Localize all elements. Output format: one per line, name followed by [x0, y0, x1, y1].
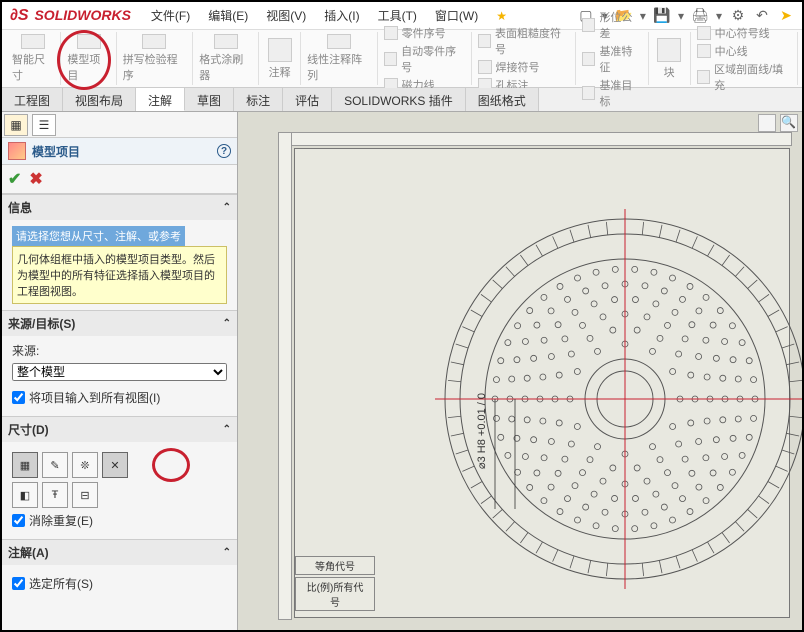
- canvas-tool-1[interactable]: [758, 114, 776, 132]
- ribbon-datum-group: 形位公差 基准特征 基准目标: [576, 32, 649, 85]
- tab-sw-addins[interactable]: SOLIDWORKS 插件: [332, 88, 466, 111]
- menu-insert[interactable]: 插入(I): [324, 7, 359, 24]
- ribbon-datum-target[interactable]: 基准目标: [582, 77, 642, 109]
- ribbon-balloon[interactable]: 零件序号: [384, 25, 465, 41]
- ribbon-symbol-group: 表面粗糙度符号 焊接符号 孔标注: [472, 32, 576, 85]
- menu-view[interactable]: 视图(V): [266, 7, 306, 24]
- print-icon[interactable]: 🖨: [692, 8, 708, 24]
- command-tabs: 工程图 视图布局 注解 草图 标注 评估 SOLIDWORKS 插件 图纸格式: [2, 88, 802, 112]
- section-anno-header[interactable]: 注解(A)⌃: [2, 540, 237, 565]
- import-all-checkbox[interactable]: 将项目输入到所有视图(I): [12, 389, 227, 406]
- canvas-tool-search[interactable]: 🔍: [780, 114, 798, 132]
- ruler-horizontal: [278, 132, 792, 146]
- dim-btn-hole-wizard[interactable]: ✕: [102, 452, 128, 478]
- section-source: 来源/目标(S)⌃ 来源: 整个模型 将项目输入到所有视图(I): [2, 310, 237, 416]
- section-info-header[interactable]: 信息⌃: [2, 195, 237, 220]
- ribbon-center-mark[interactable]: 中心符号线: [697, 25, 791, 41]
- select-all-checkbox[interactable]: 选定所有(S): [12, 575, 227, 592]
- ribbon-datum-feature[interactable]: 基准特征: [582, 43, 642, 75]
- main-area: ▦ ☰ 模型项目 ? ✔ ✖ 信息⌃ 请选择您想从尺寸、注解、或参考 几何体组框…: [2, 112, 802, 630]
- tab-sheet-format[interactable]: 图纸格式: [466, 88, 539, 111]
- source-label: 来源:: [12, 342, 227, 359]
- part-drawing: ⌀3 H8 +0.01 / 0: [435, 209, 802, 589]
- dim-btn-5[interactable]: ◧: [12, 482, 38, 508]
- tab-drawing[interactable]: 工程图: [2, 88, 63, 111]
- menu-window[interactable]: 窗口(W): [435, 7, 478, 24]
- menu-star-icon[interactable]: ★: [496, 9, 507, 23]
- source-select[interactable]: 整个模型: [12, 363, 227, 381]
- pm-confirm-row: ✔ ✖: [2, 165, 237, 194]
- pm-header: 模型项目 ?: [2, 138, 237, 165]
- ribbon-area-hatch[interactable]: 区域剖面线/填充: [697, 61, 791, 93]
- ribbon-model-items[interactable]: 模型项目: [61, 32, 116, 85]
- ok-button[interactable]: ✔: [8, 169, 21, 189]
- pm-title: 模型项目: [32, 143, 217, 160]
- section-source-header[interactable]: 来源/目标(S)⌃: [2, 311, 237, 336]
- panel-tab-strip: ▦ ☰: [2, 112, 237, 138]
- tab-sketch[interactable]: 草图: [185, 88, 234, 111]
- menu-tools[interactable]: 工具(T): [378, 7, 417, 24]
- ribbon-centerline[interactable]: 中心线: [697, 43, 791, 59]
- menu-bar: 文件(F) 编辑(E) 视图(V) 插入(I) 工具(T) 窗口(W) ★: [151, 7, 578, 24]
- ribbon-auto-balloon[interactable]: 自动零件序号: [384, 43, 465, 75]
- property-manager: ▦ ☰ 模型项目 ? ✔ ✖ 信息⌃ 请选择您想从尺寸、注解、或参考 几何体组框…: [2, 112, 238, 630]
- menu-edit[interactable]: 编辑(E): [208, 7, 248, 24]
- cancel-button[interactable]: ✖: [29, 169, 42, 189]
- dim-btn-not-marked[interactable]: ❊: [72, 452, 98, 478]
- label-2: 比(例)所有代号: [295, 577, 375, 611]
- section-dim-header[interactable]: 尺寸(D)⌃: [2, 417, 237, 442]
- ribbon-surface-finish[interactable]: 表面粗糙度符号: [478, 25, 569, 57]
- highlight-circle: [152, 448, 190, 482]
- cursor-icon[interactable]: ➤: [778, 8, 794, 24]
- ribbon-spell-check[interactable]: 拼写检验程序: [117, 32, 194, 85]
- canvas-toolbar: 🔍: [758, 114, 798, 132]
- tab-evaluate[interactable]: 评估: [283, 88, 332, 111]
- ribbon-format-painter[interactable]: 格式涂刷器: [193, 32, 259, 85]
- ribbon-geo-tol[interactable]: 形位公差: [582, 9, 642, 41]
- chevron-up-icon: ⌃: [223, 424, 231, 435]
- ribbon-weld-symbol[interactable]: 焊接符号: [478, 59, 569, 75]
- save-icon[interactable]: 💾: [654, 8, 670, 24]
- title-block-labels: 等角代号 比(例)所有代号: [295, 556, 375, 611]
- panel-tab-pm[interactable]: ▦: [4, 114, 28, 136]
- ribbon-linear-pattern[interactable]: 线性注释阵列: [301, 32, 378, 85]
- ribbon-balloon-group: 零件序号 自动零件序号 磁力线: [378, 32, 472, 85]
- ribbon-center-group: 中心符号线 中心线 区域剖面线/填充: [691, 32, 798, 85]
- eliminate-dup-checkbox[interactable]: 消除重复(E): [12, 512, 227, 529]
- pm-icon: [8, 142, 26, 160]
- info-warn: 请选择您想从尺寸、注解、或参考: [12, 226, 185, 246]
- drawing-canvas[interactable]: 🔍: [238, 112, 802, 630]
- chevron-up-icon: ⌃: [223, 547, 231, 558]
- panel-tab-tree[interactable]: ☰: [32, 114, 56, 136]
- ribbon-note[interactable]: 注释: [259, 32, 301, 85]
- ruler-vertical: [278, 132, 292, 620]
- section-dimensions: 尺寸(D)⌃ ▦ ✎ ❊ ✕ ◧ Ŧ ⊟ 消除重复(E): [2, 416, 237, 539]
- tab-markup[interactable]: 标注: [234, 88, 283, 111]
- label-1: 等角代号: [295, 556, 375, 575]
- ribbon-block[interactable]: 块: [649, 32, 691, 85]
- ribbon: 智能尺寸 模型项目 拼写检验程序 格式涂刷器 注释 线性注释阵列 零件序号 自动…: [2, 30, 802, 88]
- tab-view-layout[interactable]: 视图布局: [63, 88, 136, 111]
- section-annotations: 注解(A)⌃ 选定所有(S): [2, 539, 237, 602]
- ribbon-smart-dimension[interactable]: 智能尺寸: [6, 32, 61, 85]
- dimension-text: ⌀3 H8 +0.01 / 0: [476, 393, 488, 469]
- dim-btn-7[interactable]: ⊟: [72, 482, 98, 508]
- options-icon[interactable]: ⚙: [730, 8, 746, 24]
- tab-annotate[interactable]: 注解: [136, 88, 185, 111]
- dim-btn-marked[interactable]: ▦: [12, 452, 38, 478]
- chevron-up-icon: ⌃: [223, 318, 231, 329]
- drawing-sheet: ⌀3 H8 +0.01 / 0 等角代号 比(例)所有代号: [294, 148, 790, 618]
- dim-btn-instance[interactable]: ✎: [42, 452, 68, 478]
- dim-btn-6[interactable]: Ŧ: [42, 482, 68, 508]
- info-text: 几何体组框中插入的模型项目类型。然后为模型中的所有特征选择插入模型项目的工程图视…: [12, 246, 227, 304]
- undo-icon[interactable]: ↶: [754, 8, 770, 24]
- help-icon[interactable]: ?: [217, 144, 231, 158]
- section-info: 信息⌃ 请选择您想从尺寸、注解、或参考 几何体组框中插入的模型项目类型。然后为模…: [2, 194, 237, 310]
- chevron-up-icon: ⌃: [223, 202, 231, 213]
- menu-file[interactable]: 文件(F): [151, 7, 190, 24]
- app-logo: ∂S SOLIDWORKS: [10, 7, 131, 25]
